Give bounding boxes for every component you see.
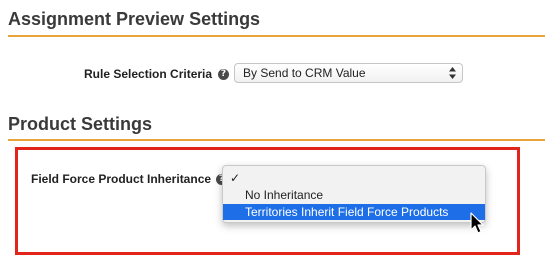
section-divider — [8, 35, 545, 37]
rule-selection-help-icon[interactable]: ? — [218, 69, 229, 80]
field-force-product-inheritance-label: Field Force Product Inheritance — [31, 172, 212, 186]
product-settings-title: Product Settings — [8, 114, 153, 134]
assignment-preview-settings-title: Assignment Preview Settings — [8, 9, 261, 29]
checkmark-icon: ✓ — [230, 171, 241, 185]
rule-selection-selected-value: By Send to CRM Value — [243, 66, 366, 80]
mouse-pointer-icon — [470, 212, 484, 234]
select-updown-arrows-icon — [449, 67, 456, 79]
rule-selection-criteria-label: Rule Selection Criteria — [84, 67, 213, 81]
section-divider — [8, 139, 545, 141]
dropdown-option-no-inheritance[interactable]: No Inheritance — [223, 187, 485, 203]
dropdown-option-blank[interactable]: ✓ — [223, 169, 485, 185]
product-inheritance-dropdown-menu[interactable]: ✓ No Inheritance Territories Inherit Fie… — [222, 165, 486, 223]
dropdown-option-territories-inherit[interactable]: Territories Inherit Field Force Products — [223, 204, 485, 220]
rule-selection-criteria-select[interactable]: By Send to CRM Value — [234, 63, 463, 83]
